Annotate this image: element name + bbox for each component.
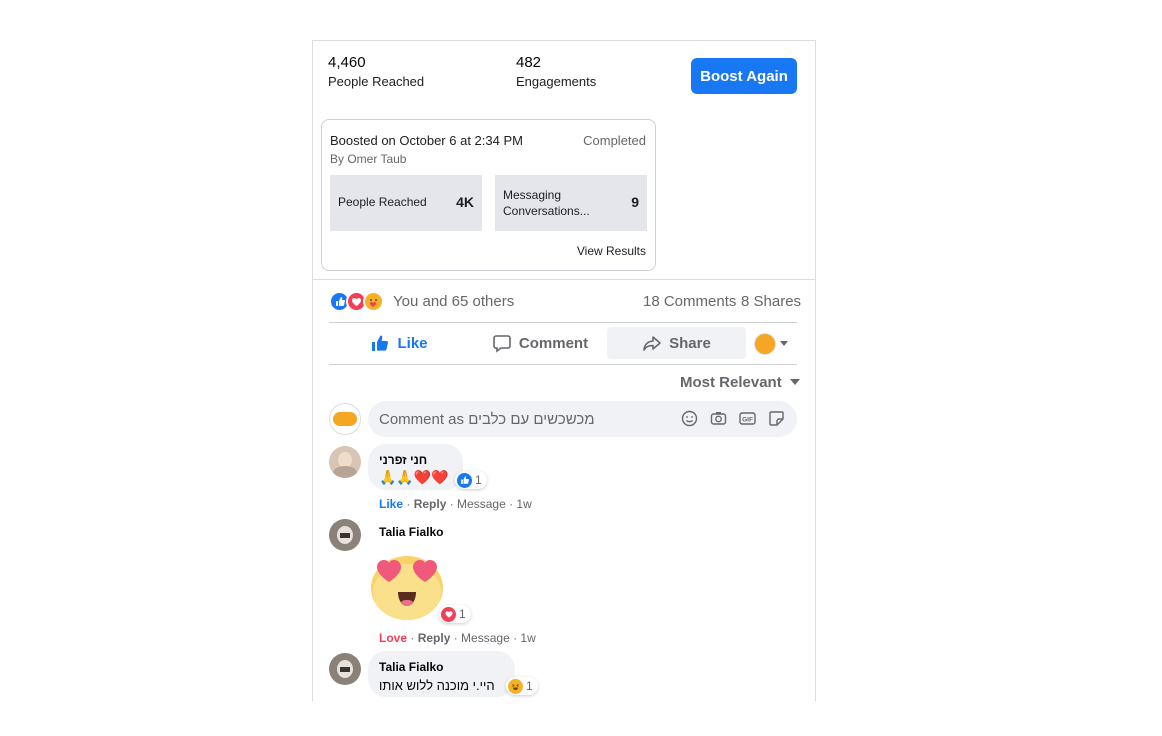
boost-status: Completed — [583, 133, 646, 148]
comment-author[interactable]: Talia Fialko — [379, 660, 443, 674]
emoji-icon[interactable] — [681, 410, 698, 427]
comment-text: היי.י מוכנה ללוש אותו — [379, 678, 495, 693]
svg-text:GIF: GIF — [742, 417, 753, 424]
boosted-on-text: Boosted on October 6 at 2:34 PM — [330, 133, 523, 148]
comment-reaction-count[interactable]: 1 — [439, 605, 471, 623]
tile-label-line: Conversations... — [503, 204, 590, 218]
comment-input[interactable]: Comment as מכשכשים עם כלבים GIF — [368, 401, 797, 437]
reaction-count-value: 1 — [526, 679, 533, 693]
tile-label-line: Messaging — [503, 188, 562, 202]
comment-bubble: Talia Fialko היי.י מוכנה ללוש אותו — [368, 651, 515, 697]
tile-label: Messaging Conversations... — [503, 187, 590, 219]
comment-time: 1w — [520, 631, 536, 645]
comment-input-tools: GIF — [681, 410, 785, 427]
tile-value: 9 — [631, 194, 639, 210]
chevron-down-icon — [780, 341, 788, 346]
share-icon — [643, 336, 661, 351]
comment-message-link[interactable]: Message — [461, 631, 510, 645]
love-eyes-sticker — [365, 551, 449, 623]
reaction-count-value: 1 — [475, 473, 482, 487]
sort-label: Most Relevant — [680, 374, 782, 391]
camera-icon[interactable] — [710, 410, 727, 427]
comment-icon — [493, 335, 511, 353]
boost-again-button[interactable]: Boost Again — [691, 58, 797, 94]
share-label: Share — [669, 334, 711, 352]
comment-reaction-count[interactable]: 1 — [506, 677, 538, 695]
people-reached-value: 4,460 — [328, 54, 366, 71]
divider — [329, 364, 797, 365]
commenter-avatar[interactable] — [329, 519, 361, 551]
boosted-by-text: By Omer Taub — [330, 152, 407, 166]
share-button[interactable]: Share — [607, 327, 746, 359]
reactions-summary-text[interactable]: You and 65 others — [393, 293, 514, 310]
care-icon — [363, 291, 384, 312]
page-logo-icon — [333, 412, 357, 426]
like-label: Like — [397, 334, 428, 352]
boost-summary-box: Boosted on October 6 at 2:34 PM Complete… — [321, 119, 656, 271]
page-avatar-icon — [754, 333, 776, 355]
comment-meta: Like · Reply · Message · 1w — [379, 497, 532, 511]
comment-sort-dropdown[interactable]: Most Relevant — [680, 374, 800, 391]
love-icon — [441, 606, 456, 622]
comment-input-placeholder: Comment as מכשכשים עם כלבים — [379, 411, 595, 428]
commenter-avatar[interactable] — [329, 446, 361, 478]
post-insights-card: 4,460 People Reached 482 Engagements Boo… — [312, 40, 816, 701]
comment-message-link[interactable]: Message — [457, 497, 506, 511]
divider — [329, 322, 797, 323]
view-results-link[interactable]: View Results — [577, 244, 646, 258]
divider — [313, 279, 815, 280]
comments-count[interactable]: 18 Comments — [643, 293, 736, 310]
like-button[interactable]: Like — [329, 327, 469, 359]
gif-icon[interactable]: GIF — [739, 410, 756, 427]
engagements-label: Engagements — [516, 74, 597, 89]
chevron-down-icon — [789, 379, 800, 385]
like-icon — [372, 335, 389, 351]
shares-count[interactable]: 8 Shares — [741, 293, 801, 310]
tile-label: People Reached — [338, 195, 427, 209]
sticker-icon[interactable] — [768, 410, 785, 427]
comment-bubble: חני זפרני 🙏🙏❤️❤️ — [368, 444, 463, 490]
comment-button[interactable]: Comment — [471, 327, 609, 359]
comment-text: 🙏🙏❤️❤️ — [379, 469, 449, 485]
comment-reply-link[interactable]: Reply — [414, 497, 447, 511]
messaging-conversations-tile: Messaging Conversations... 9 — [495, 175, 647, 231]
people-reached-label: People Reached — [328, 74, 425, 89]
tile-value: 4K — [456, 194, 474, 210]
engagements-value: 482 — [516, 54, 542, 71]
reaction-icons[interactable] — [329, 291, 389, 312]
comment-time: 1w — [516, 497, 532, 511]
reaction-count-value: 1 — [459, 607, 466, 621]
comment-author[interactable]: חני זפרני — [379, 453, 427, 467]
comment-reaction-count[interactable]: 1 — [455, 471, 487, 489]
haha-icon — [508, 678, 523, 694]
page-avatar — [329, 403, 361, 435]
comment-author[interactable]: Talia Fialko — [379, 525, 443, 539]
people-reached-tile: People Reached 4K — [330, 175, 482, 231]
comment-love-link[interactable]: Love — [379, 631, 407, 645]
post-as-selector[interactable] — [754, 333, 794, 355]
engagements-stat: 482 Engagements — [516, 54, 596, 89]
comment-like-link[interactable]: Like — [379, 497, 403, 511]
like-icon — [457, 472, 472, 488]
comment-reply-link[interactable]: Reply — [418, 631, 451, 645]
commenter-avatar[interactable] — [329, 653, 361, 685]
comment-label: Comment — [518, 334, 589, 352]
comment-meta: Love · Reply · Message · 1w — [379, 631, 536, 645]
people-reached-stat: 4,460 People Reached — [328, 54, 424, 89]
